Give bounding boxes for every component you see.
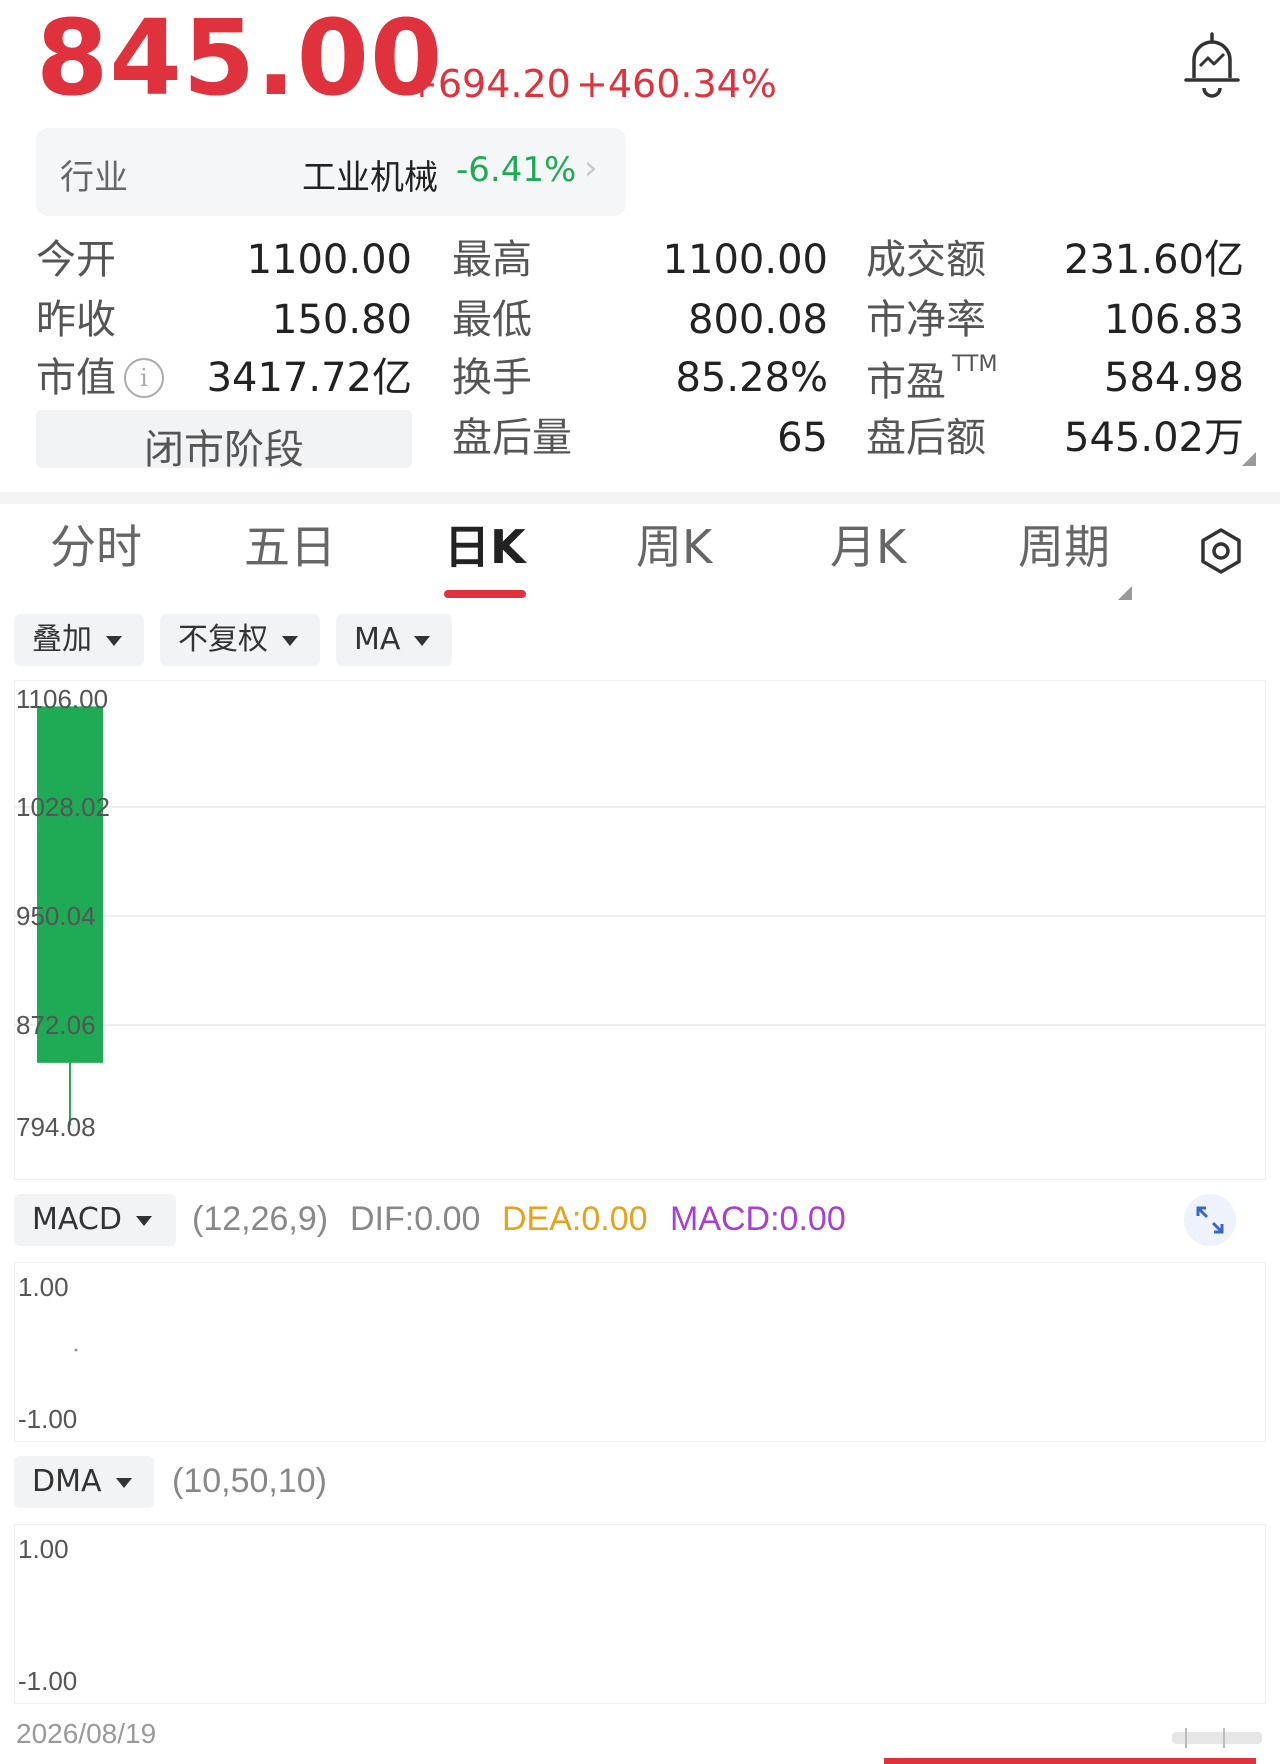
caret-down-icon — [106, 635, 122, 646]
chart-date-label: 2026/08/19 — [16, 1718, 157, 1749]
macd-y-top-label: 1.00 — [18, 1272, 69, 1302]
market-cap-value: 3417.72亿 — [206, 355, 412, 401]
current-price: 845.00 — [36, 0, 444, 119]
dma-params: (10,50,10) — [172, 1462, 327, 1500]
caret-down-icon — [282, 635, 298, 646]
macd-value: MACD:0.00 — [670, 1200, 846, 1238]
y-tick-label: 794.08 — [16, 1112, 96, 1142]
tab-monthly-k[interactable]: 月K — [830, 524, 906, 570]
prev-close-value: 150.80 — [272, 297, 412, 343]
pe-label: 市盈 — [866, 359, 946, 405]
tab-weekly-k[interactable]: 周K — [636, 524, 712, 570]
macd-dea: DEA:0.00 — [502, 1200, 648, 1238]
active-tab-indicator — [444, 590, 526, 598]
expand-icon[interactable] — [1184, 1194, 1236, 1246]
macd-y-bottom-label: -1.00 — [18, 1404, 77, 1434]
indicator-dropdown-label: MA — [354, 622, 401, 657]
macd-params: (12,26,9) — [192, 1200, 329, 1238]
tab-intraday[interactable]: 分时 — [50, 524, 142, 570]
open-value: 1100.00 — [246, 237, 412, 283]
y-tick-label: 1028.02 — [16, 792, 110, 822]
caret-down-icon — [414, 635, 431, 646]
adjust-dropdown-label: 不复权 — [178, 622, 268, 657]
settings-icon[interactable] — [1196, 526, 1246, 576]
market-status-badge: 闭市阶段 — [36, 410, 412, 473]
overlay-dropdown[interactable]: 叠加 — [14, 614, 144, 666]
after-hours-amount-label: 盘后额 — [866, 415, 986, 461]
adjust-dropdown[interactable]: 不复权 — [160, 614, 320, 666]
info-icon[interactable]: i — [124, 358, 164, 398]
after-hours-amount-value: 545.02万 — [1064, 415, 1244, 461]
indicator-dropdown[interactable]: MA — [336, 614, 452, 666]
alert-bell-icon[interactable] — [1182, 28, 1242, 100]
high-label: 最高 — [452, 237, 532, 283]
dma-chart[interactable]: 1.00 -1.00 — [14, 1524, 1266, 1704]
amount-label: 成交额 — [866, 237, 986, 283]
industry-row[interactable]: 行业 工业机械 -6.41% › — [36, 128, 626, 216]
macd-dif: DIF:0.00 — [350, 1200, 481, 1238]
pb-label: 市净率 — [866, 297, 986, 343]
low-label: 最低 — [452, 297, 532, 343]
tab-five-day[interactable]: 五日 — [244, 524, 336, 570]
caret-down-icon — [115, 1477, 132, 1488]
market-cap-label: 市值 — [36, 355, 116, 401]
market-status-text: 闭市阶段 — [144, 427, 304, 473]
low-value: 800.08 — [688, 297, 828, 343]
after-hours-volume-label: 盘后量 — [452, 415, 572, 461]
dma-dropdown[interactable]: DMA — [14, 1456, 154, 1508]
macd-dropdown[interactable]: MACD — [14, 1194, 176, 1246]
price-change: +694.20 — [406, 62, 571, 106]
prev-close-label: 昨收 — [36, 297, 116, 343]
y-tick-label: 950.04 — [16, 901, 96, 931]
after-hours-volume-value: 65 — [777, 415, 828, 461]
macd-dropdown-label: MACD — [32, 1202, 122, 1237]
industry-change: -6.41% — [456, 150, 577, 190]
tab-period[interactable]: 周期 — [1018, 524, 1110, 570]
high-value: 1100.00 — [662, 237, 828, 283]
price-change-percent: +460.34% — [576, 62, 777, 106]
overlay-dropdown-label: 叠加 — [32, 622, 92, 657]
open-label: 今开 — [36, 237, 116, 283]
tab-daily-k[interactable]: 日K — [444, 524, 526, 570]
y-tick-label: 1106.00 — [16, 684, 108, 714]
caret-down-icon — [135, 1215, 152, 1226]
industry-name: 工业机械 — [302, 158, 438, 198]
chevron-right-icon: › — [584, 148, 598, 188]
turnover-value: 85.28% — [675, 355, 828, 401]
section-divider — [0, 492, 1280, 504]
y-tick-label: 872.06 — [16, 1010, 96, 1040]
amount-value: 231.60亿 — [1064, 237, 1244, 283]
dma-dropdown-label: DMA — [32, 1464, 102, 1499]
pe-value: 584.98 — [1104, 355, 1244, 401]
bottom-action-bar[interactable] — [884, 1758, 1256, 1764]
chart-scrollbar[interactable] — [1172, 1726, 1262, 1750]
macd-chart[interactable]: 1.00 -1.00 — [14, 1262, 1266, 1442]
pb-value: 106.83 — [1104, 297, 1244, 343]
macd-point — [74, 1348, 78, 1352]
dma-y-bottom-label: -1.00 — [18, 1666, 77, 1696]
k-line-chart[interactable]: 1106.00 1028.02 950.04 872.06 794.08 — [14, 680, 1266, 1180]
dma-y-top-label: 1.00 — [18, 1534, 69, 1564]
k-chart-frame — [14, 680, 1266, 1180]
industry-label: 行业 — [60, 158, 128, 198]
period-dropdown-corner-icon — [1118, 586, 1132, 600]
turnover-label: 换手 — [452, 355, 532, 401]
expand-corner-icon[interactable] — [1242, 452, 1256, 466]
pe-ttm-superscript: TTM — [952, 352, 998, 377]
